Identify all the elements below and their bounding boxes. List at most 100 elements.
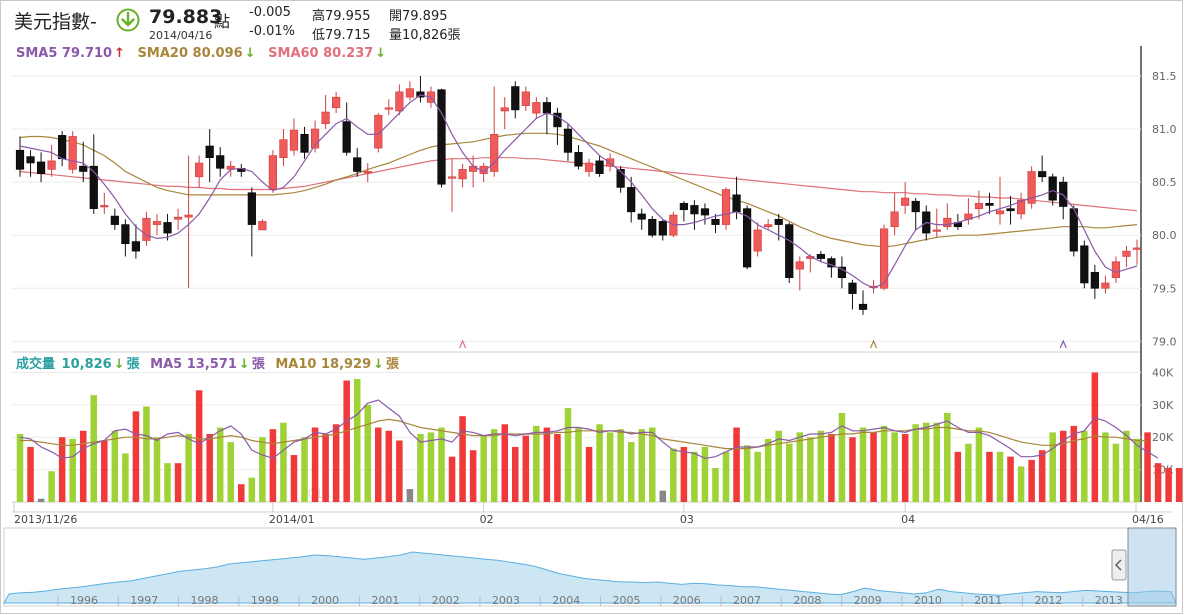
- volume-bar: [891, 432, 898, 502]
- volume-bar: [195, 390, 203, 502]
- candle-body: [753, 229, 762, 252]
- signal-marker: [459, 339, 467, 349]
- volume-bar: [564, 408, 572, 502]
- volume-bar: [828, 434, 835, 502]
- volume-bar: [1112, 443, 1120, 502]
- volume-bar: [817, 430, 825, 502]
- price-tick-label: 81.0: [1152, 123, 1177, 136]
- navigator-year-label: 2009: [854, 594, 882, 607]
- volume-bar: [670, 448, 677, 502]
- volume-bar: [480, 435, 487, 502]
- candle-body: [943, 217, 952, 228]
- candle-body: [131, 241, 141, 252]
- volume-bar: [174, 463, 182, 502]
- candle-body: [216, 155, 225, 169]
- candle-body: [932, 229, 941, 232]
- candle-body: [627, 187, 636, 213]
- navigator-year-label: 2008: [793, 594, 821, 607]
- volume-bar: [427, 432, 435, 502]
- candle-body: [901, 197, 910, 206]
- date-tick-label: 03: [680, 513, 694, 526]
- volume-bar: [807, 437, 814, 502]
- volume-bar: [522, 435, 530, 502]
- candle-body: [184, 214, 193, 218]
- volume-bar: [79, 430, 87, 502]
- volume-bar: [332, 424, 340, 502]
- candle-body: [700, 208, 710, 216]
- navigator-year-label: 2001: [371, 594, 399, 607]
- navigator-year-label: 2006: [673, 594, 701, 607]
- volume-bar: [16, 434, 24, 502]
- candle-body: [1080, 245, 1089, 284]
- candle-body: [152, 221, 162, 225]
- volume-bar: [1165, 468, 1172, 502]
- volume-bar: [764, 438, 772, 502]
- candle-body: [1006, 208, 1015, 212]
- volume-bar: [785, 443, 793, 502]
- volume-bar: [691, 451, 698, 502]
- volume-bar: [364, 404, 372, 502]
- volume-bar: [27, 446, 34, 502]
- candle-body: [774, 218, 783, 225]
- volume-bar: [712, 468, 719, 502]
- candle-body: [711, 218, 720, 225]
- volume-bar: [375, 427, 382, 502]
- candle-body: [332, 96, 341, 109]
- volume-bar: [1017, 466, 1025, 502]
- volume-bar: [1144, 432, 1151, 502]
- volume-bar: [1123, 430, 1130, 502]
- volume-bar: [1007, 456, 1014, 502]
- volume-bar: [944, 412, 951, 502]
- date-tick-label: 2013/11/26: [14, 513, 77, 526]
- volume-bar: [596, 424, 603, 502]
- candle-body: [521, 91, 530, 106]
- candle-body: [173, 216, 183, 220]
- volume-bar: [143, 406, 150, 502]
- volume-bar: [301, 437, 308, 502]
- date-tick-label: 04/16: [1132, 513, 1164, 526]
- candle-body: [1132, 247, 1142, 250]
- volume-bar: [269, 429, 277, 502]
- volume-bar: [1049, 432, 1056, 502]
- volume-bar: [849, 437, 856, 502]
- candle-body: [511, 86, 520, 111]
- volume-bar: [417, 434, 424, 502]
- volume-bar: [227, 442, 235, 502]
- candle-body: [974, 203, 984, 209]
- navigator-year-label: 1999: [251, 594, 279, 607]
- candle-body: [300, 134, 309, 153]
- volume-bar: [280, 422, 287, 502]
- candle-body: [195, 162, 204, 178]
- candle-body: [858, 303, 868, 310]
- navigator-year-label: 2011: [974, 594, 1002, 607]
- volume-bar: [343, 380, 350, 502]
- price-tick-label: 79.5: [1152, 282, 1177, 295]
- stock-chart[interactable]: 81.581.080.580.079.579.040K30K20K10K2014…: [0, 0, 1184, 615]
- candle-body: [437, 89, 446, 185]
- candle-body: [68, 136, 77, 170]
- volume-bar: [311, 427, 319, 502]
- navigator-year-label: 1997: [130, 594, 158, 607]
- volume-bar: [870, 432, 877, 502]
- date-tick-label: 2014/01: [269, 513, 315, 526]
- candle-body: [584, 162, 594, 172]
- candle-body: [637, 213, 646, 220]
- volume-bar: [965, 443, 972, 502]
- volume-bar: [153, 437, 161, 502]
- volume-bar: [132, 411, 140, 502]
- volume-bar: [554, 434, 561, 502]
- candle-body: [110, 215, 119, 225]
- navigator-scroll-button[interactable]: [1111, 549, 1127, 581]
- volume-bar: [733, 427, 740, 502]
- volume-bar: [617, 429, 624, 502]
- candle-body: [816, 254, 825, 259]
- navigator-year-label: 1998: [191, 594, 219, 607]
- candle-body: [848, 282, 857, 294]
- volume-bar: [1038, 450, 1046, 502]
- volume-bar: [259, 437, 266, 502]
- signal-marker: [870, 339, 878, 349]
- candle-body: [911, 200, 920, 213]
- volume-bar: [122, 453, 129, 502]
- volume-bar: [680, 446, 688, 502]
- candle-body: [268, 155, 277, 190]
